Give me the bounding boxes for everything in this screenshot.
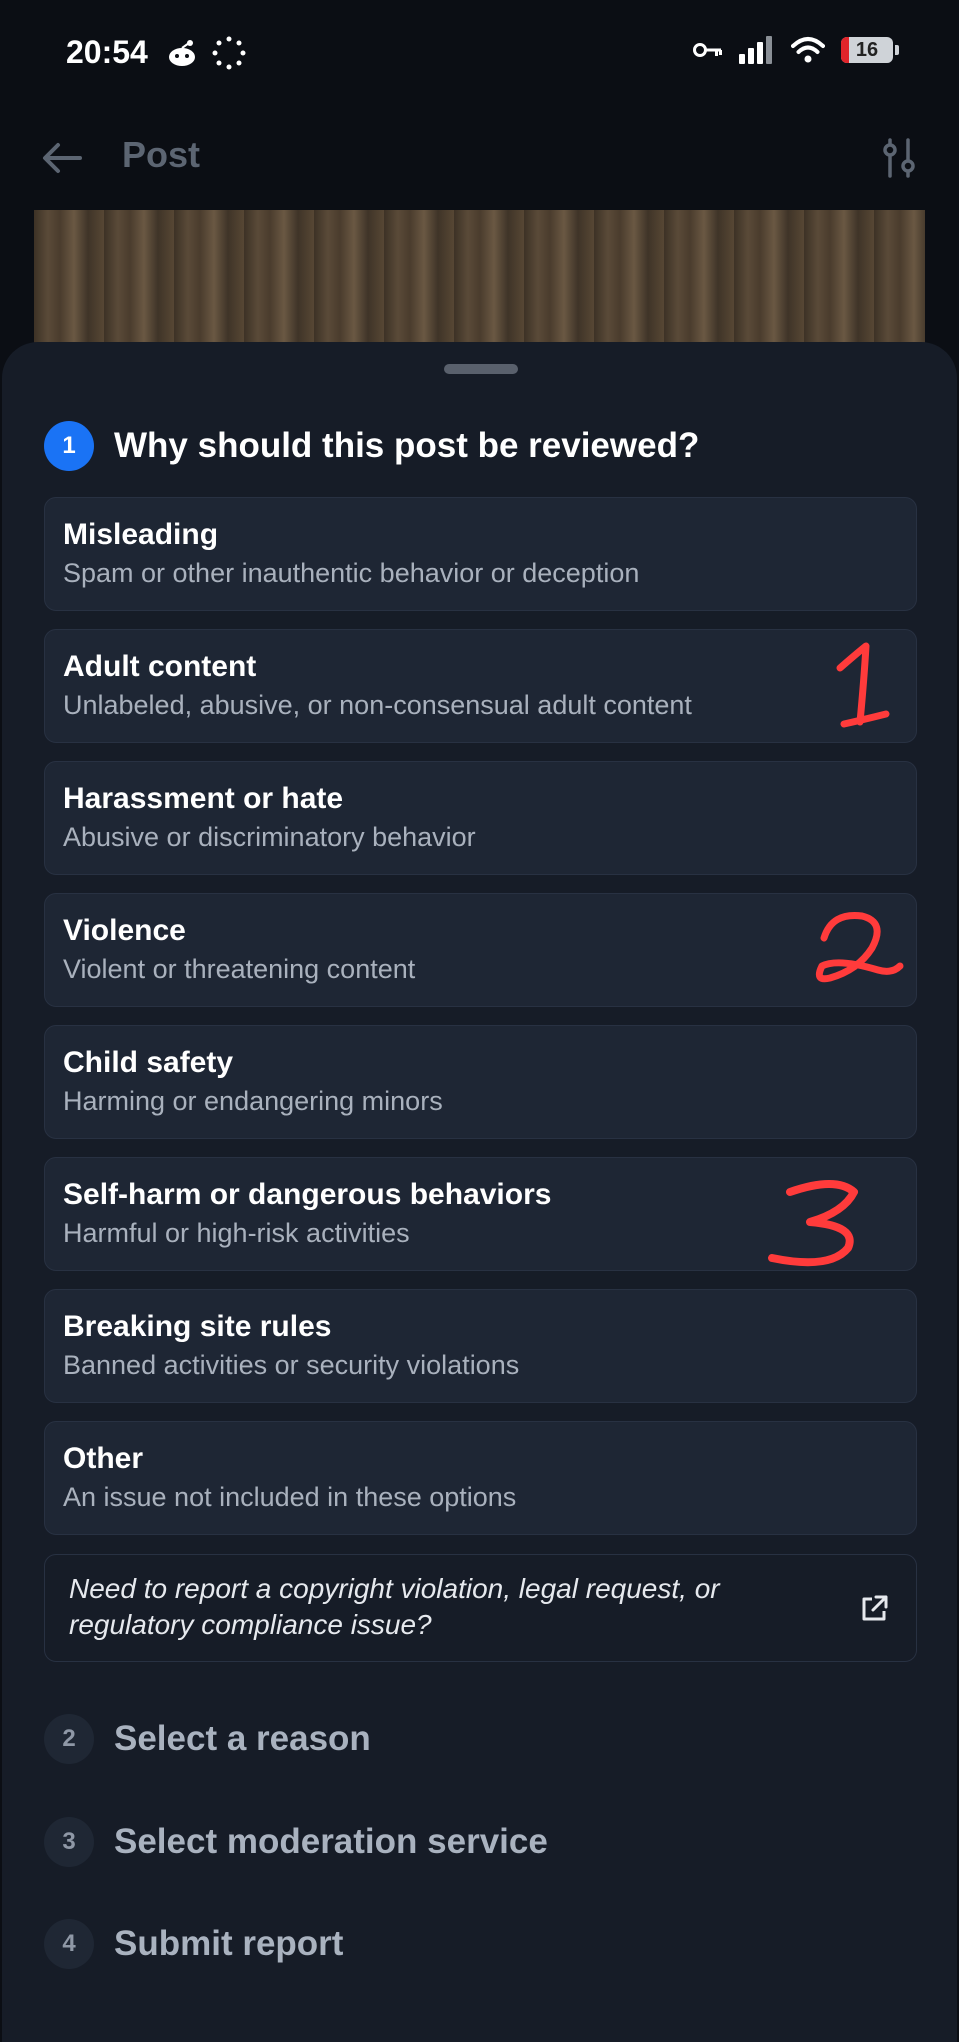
status-bar: 20:54 16	[0, 0, 959, 104]
option-description: Harming or endangering minors	[63, 1086, 443, 1116]
step-4-title: Submit report	[114, 1924, 344, 1963]
step-4: 4 Submit report	[44, 1919, 343, 1969]
step-4-number: 4	[44, 1919, 94, 1969]
option-description: Unlabeled, abusive, or non-consensual ad…	[63, 690, 692, 720]
vpn-key-icon	[693, 43, 722, 57]
wifi-icon	[791, 37, 825, 63]
option-title: Violence	[63, 914, 186, 947]
loading-spinner-icon	[212, 36, 246, 70]
step-1-title: Why should this post be reviewed?	[114, 426, 700, 465]
option-other[interactable]: Other An issue not included in these opt…	[44, 1421, 917, 1535]
option-description: Banned activities or security violations	[63, 1350, 520, 1380]
step-3-number: 3	[44, 1817, 94, 1867]
option-child-safety[interactable]: Child safety Harming or endangering mino…	[44, 1025, 917, 1139]
step-2: 2 Select a reason	[44, 1714, 371, 1764]
copyright-report-link[interactable]: Need to report a copyright violation, le…	[44, 1554, 917, 1662]
handwritten-annotation-2	[815, 911, 904, 983]
battery-low-level	[841, 37, 849, 63]
signal-icon	[739, 36, 772, 64]
status-icons-right: 16	[693, 36, 899, 64]
back-arrow-icon[interactable]	[40, 136, 84, 180]
page-title: Post	[122, 134, 201, 175]
option-description: Violent or threatening content	[63, 954, 416, 984]
option-title: Breaking site rules	[63, 1310, 332, 1343]
status-icons-left	[166, 36, 246, 70]
step-3-title: Select moderation service	[114, 1822, 548, 1861]
step-2-title: Select a reason	[114, 1719, 371, 1758]
option-misleading[interactable]: Misleading Spam or other inauthentic beh…	[44, 497, 917, 611]
option-adult-content[interactable]: Adult content Unlabeled, abusive, or non…	[44, 629, 917, 743]
option-description: An issue not included in these options	[63, 1482, 517, 1512]
option-harassment[interactable]: Harassment or hate Abusive or discrimina…	[44, 761, 917, 875]
option-title: Child safety	[63, 1046, 234, 1079]
option-title: Misleading	[63, 518, 219, 551]
option-site-rules[interactable]: Breaking site rules Banned activities or…	[44, 1289, 917, 1403]
option-title: Harassment or hate	[63, 782, 344, 815]
app-bar: Post	[0, 104, 959, 210]
external-link-icon	[862, 1595, 888, 1621]
option-title: Self-harm or dangerous behaviors	[63, 1178, 552, 1211]
battery-indicator: 16	[841, 37, 899, 63]
option-title: Other	[63, 1442, 144, 1475]
copyright-text: Need to report a copyright violation, le…	[69, 1573, 720, 1640]
sheet-drag-handle[interactable]	[444, 364, 518, 374]
battery-level-text: 16	[855, 38, 879, 61]
battery-nub	[895, 45, 899, 55]
step-2-number: 2	[44, 1714, 94, 1764]
status-time: 20:54	[66, 34, 148, 70]
app-notification-icon	[169, 40, 195, 66]
post-image	[34, 210, 925, 360]
settings-sliders-icon[interactable]	[879, 136, 919, 180]
option-description: Harmful or high-risk activities	[63, 1218, 410, 1248]
handwritten-annotation-1	[836, 642, 890, 728]
option-description: Abusive or discriminatory behavior	[63, 822, 476, 852]
option-violence[interactable]: Violence Violent or threatening content	[44, 893, 917, 1007]
step-3: 3 Select moderation service	[44, 1817, 548, 1867]
handwritten-annotation-3	[768, 1180, 858, 1267]
step-1-number: 1	[44, 421, 94, 471]
step-1: 1 Why should this post be reviewed?	[44, 421, 699, 471]
option-title: Adult content	[63, 650, 257, 683]
option-description: Spam or other inauthentic behavior or de…	[63, 558, 640, 588]
